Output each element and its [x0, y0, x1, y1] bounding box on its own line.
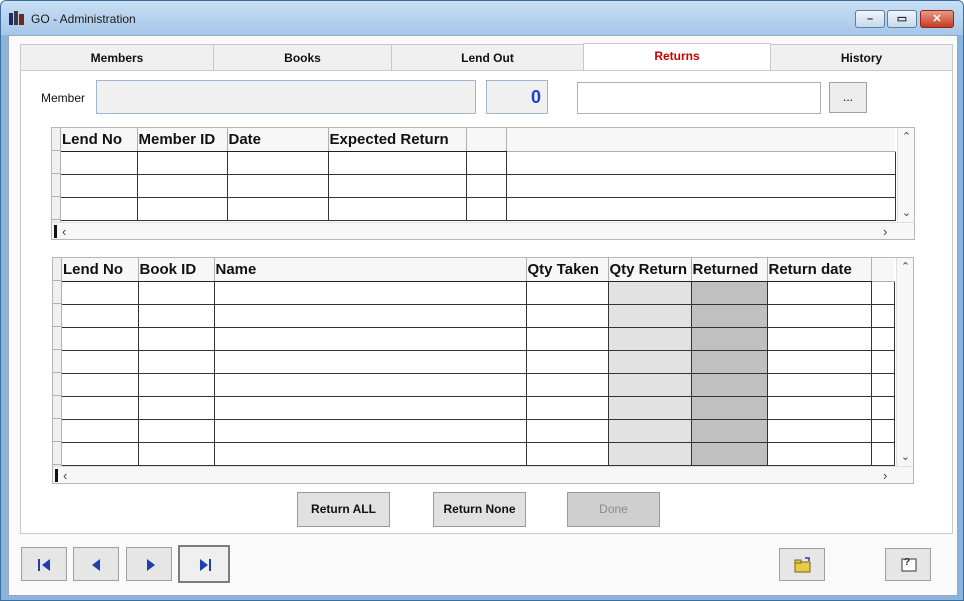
member-search-input[interactable] [577, 82, 821, 114]
table-row[interactable] [62, 419, 895, 443]
col-extra[interactable] [466, 128, 507, 152]
member-name-field[interactable] [96, 80, 476, 114]
browse-member-button[interactable]: ... [829, 82, 867, 113]
items-row-selector [53, 258, 62, 466]
tab-members[interactable]: Members [20, 44, 214, 71]
maximize-icon: ▭ [896, 13, 908, 25]
scroll-left-icon[interactable]: ‹ [62, 223, 66, 240]
return-all-button[interactable]: Return ALL [297, 492, 390, 527]
col-return-date[interactable]: Return date [767, 258, 872, 282]
col-filler [871, 258, 894, 282]
maximize-button[interactable]: ▭ [887, 10, 917, 28]
table-row[interactable] [62, 350, 895, 374]
previous-record-button[interactable] [73, 547, 119, 581]
client-area: Members Books Lend Out Returns History M… [8, 35, 958, 596]
table-row[interactable] [61, 174, 896, 198]
first-record-button[interactable] [21, 547, 67, 581]
tab-returns[interactable]: Returns [583, 43, 771, 72]
col-member-id[interactable]: Member ID [137, 128, 228, 152]
lends-header-row: Lend No Member ID Date Expected Return [61, 128, 895, 152]
col-qty-taken[interactable]: Qty Taken [526, 258, 609, 282]
folder-icon [794, 557, 811, 573]
lends-grid[interactable]: Lend No Member ID Date Expected Return ⌃… [51, 127, 915, 240]
col-name[interactable]: Name [214, 258, 527, 282]
col-expected-return[interactable]: Expected Return [328, 128, 467, 152]
app-window: GO - Administration – ▭ ✕ Members Books … [0, 0, 964, 601]
row-marker [54, 225, 57, 238]
open-folder-button[interactable] [779, 548, 825, 581]
tab-books[interactable]: Books [213, 44, 392, 71]
tab-history[interactable]: History [770, 44, 953, 71]
title-bar[interactable]: GO - Administration – ▭ ✕ [1, 1, 963, 35]
items-table: Lend No Book ID Name Qty Taken Qty Retur… [62, 258, 895, 466]
minimize-icon: – [866, 13, 874, 25]
previous-record-icon [92, 559, 100, 571]
return-none-button[interactable]: Return None [433, 492, 526, 527]
scroll-up-icon[interactable]: ⌃ [898, 130, 915, 143]
scroll-down-icon[interactable]: ⌄ [898, 206, 915, 219]
items-header-row: Lend No Book ID Name Qty Taken Qty Retur… [62, 258, 894, 282]
col-filler [506, 128, 895, 152]
close-icon: ✕ [932, 13, 942, 25]
lends-table: Lend No Member ID Date Expected Return [61, 128, 896, 221]
close-button[interactable]: ✕ [920, 10, 954, 28]
minimize-button[interactable]: – [855, 10, 885, 28]
lends-vertical-scrollbar[interactable]: ⌃ ⌄ [897, 128, 914, 222]
col-book-id[interactable]: Book ID [138, 258, 215, 282]
items-grid[interactable]: Lend No Book ID Name Qty Taken Qty Retur… [52, 257, 914, 484]
next-record-icon [147, 559, 155, 571]
scroll-right-icon[interactable]: › [883, 223, 887, 240]
table-row[interactable] [62, 327, 895, 351]
row-marker [55, 469, 58, 482]
scroll-left-icon[interactable]: ‹ [63, 467, 67, 484]
done-button[interactable]: Done [567, 492, 660, 527]
table-row[interactable] [62, 281, 895, 305]
table-row[interactable] [62, 442, 895, 466]
scroll-up-icon[interactable]: ⌃ [897, 260, 914, 273]
table-row[interactable] [61, 197, 896, 221]
col-date[interactable]: Date [227, 128, 329, 152]
tab-lend-out[interactable]: Lend Out [391, 44, 584, 71]
table-row[interactable] [62, 304, 895, 328]
last-record-icon [200, 559, 211, 571]
col-lend-no[interactable]: Lend No [61, 128, 138, 152]
window-title: GO - Administration [31, 12, 136, 26]
help-button[interactable]: ? [885, 548, 931, 581]
books-app-icon [9, 11, 24, 25]
member-count-field: 0 [486, 80, 548, 114]
table-row[interactable] [62, 373, 895, 397]
scroll-down-icon[interactable]: ⌄ [897, 450, 914, 463]
first-record-icon [38, 559, 50, 571]
table-row[interactable] [61, 151, 896, 175]
lends-row-selector [52, 128, 61, 222]
items-vertical-scrollbar[interactable]: ⌃ ⌄ [896, 258, 913, 466]
next-record-button[interactable] [126, 547, 172, 581]
table-row[interactable] [62, 396, 895, 420]
col-lend-no[interactable]: Lend No [62, 258, 139, 282]
help-label: ? [904, 557, 911, 568]
col-returned[interactable]: Returned [691, 258, 768, 282]
col-qty-return[interactable]: Qty Return [608, 258, 692, 282]
member-label: Member [41, 91, 86, 105]
lends-horizontal-scrollbar[interactable]: ‹ › [52, 222, 914, 239]
scroll-right-icon[interactable]: › [883, 467, 887, 484]
last-record-button[interactable] [178, 545, 230, 583]
items-horizontal-scrollbar[interactable]: ‹ › [53, 466, 913, 483]
tab-strip: Members Books Lend Out Returns History [20, 43, 953, 72]
